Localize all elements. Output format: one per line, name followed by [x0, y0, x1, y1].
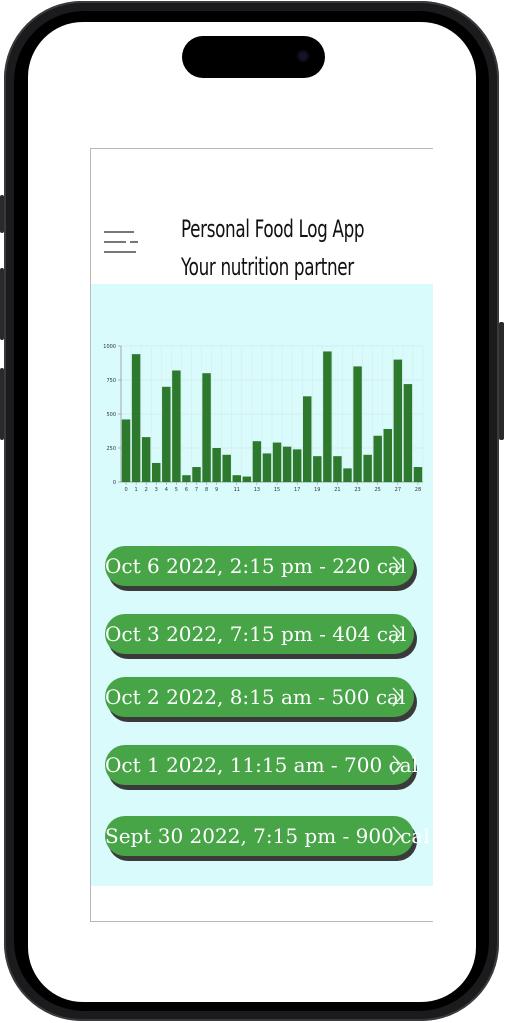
chart-bar	[131, 354, 141, 482]
y-tick-label: 250	[106, 446, 116, 452]
y-tick-label: 500	[106, 412, 116, 418]
entry-label: Oct 2 2022, 8:15 am - 500 cal	[105, 685, 406, 709]
x-tick-label: 19	[314, 487, 320, 493]
x-tick-label: 3	[155, 487, 158, 493]
x-tick-label: 6	[185, 487, 188, 493]
chart-bar	[313, 456, 322, 482]
y-tick-label: 750	[106, 378, 116, 384]
x-tick-label: 2	[145, 487, 148, 493]
chart-bar	[152, 462, 161, 482]
x-tick-label: 25	[375, 487, 381, 493]
food-log-entry[interactable]: Oct 3 2022, 7:15 pm - 404 cal	[105, 614, 414, 654]
chart-bar	[292, 449, 302, 482]
entry-label: Sept 30 2022, 7:15 pm - 900 cal	[105, 824, 430, 848]
chart-bar	[373, 435, 382, 482]
chart-bar	[141, 437, 151, 482]
entry-label: Oct 3 2022, 7:15 pm - 404 cal	[105, 622, 407, 646]
y-tick-label: 0	[113, 480, 116, 486]
entry-label: Oct 6 2022, 2:15 pm - 220 cal	[105, 554, 407, 578]
chevron-right-icon	[392, 624, 403, 644]
entry-label: Oct 1 2022, 11:15 am - 700 cal	[105, 753, 419, 777]
chart-bar	[403, 384, 413, 482]
app-title: Personal Food Log App	[181, 215, 365, 243]
volume-up-button	[0, 268, 4, 340]
app-window: Personal Food Log App Your nutrition par…	[90, 148, 433, 922]
chevron-right-icon	[392, 755, 403, 775]
chart-bar	[413, 467, 423, 482]
power-button	[499, 322, 504, 440]
x-tick-label: 11	[234, 487, 240, 493]
chart-bar	[393, 359, 403, 482]
chart-bar	[232, 475, 241, 482]
volume-down-button	[0, 368, 4, 440]
x-tick-label: 0	[124, 487, 127, 493]
camera-icon	[297, 50, 309, 62]
x-tick-label: 5	[175, 487, 178, 493]
chart-bar	[202, 373, 211, 482]
content-area: 0 250 500 750 1000 0 1 2 3 4 5 6 7 8 9 11 13 15 17 19 21 23 25…	[91, 284, 433, 886]
calorie-bar-chart: 025050075010000 1 2 3 4 5 6 7 8 9 11 13 15 17 19 21 23 25…	[103, 344, 424, 493]
x-tick-label: 23	[354, 487, 360, 493]
chart-bar	[363, 454, 372, 482]
chart-bar	[121, 419, 131, 482]
food-log-entry[interactable]: Oct 2 2022, 8:15 am - 500 cal	[105, 677, 414, 717]
chart-bar	[262, 453, 272, 482]
food-log-entry[interactable]: Oct 6 2022, 2:15 pm - 220 cal	[105, 546, 414, 586]
chart-bar	[272, 442, 282, 482]
chart-bar	[212, 448, 221, 482]
chart-bar	[282, 446, 292, 482]
x-tick-label: 27	[395, 487, 401, 493]
chart-bar	[343, 468, 352, 482]
x-tick-label: 17	[294, 487, 300, 493]
hamburger-menu-icon[interactable]	[104, 231, 138, 255]
chart-bar	[242, 476, 252, 482]
chart-bar	[353, 366, 362, 482]
chart-bar	[333, 456, 342, 482]
chart-bar	[252, 441, 262, 482]
x-tick-label: 7	[195, 487, 198, 493]
chart-bar	[303, 396, 312, 482]
chart-bar	[162, 386, 171, 482]
chart-bar	[222, 454, 231, 482]
x-tick-label: 1	[135, 487, 138, 493]
chevron-right-icon	[392, 687, 403, 707]
action-button	[0, 195, 4, 233]
chart-bar	[192, 467, 201, 482]
food-log-entry[interactable]: Sept 30 2022, 7:15 pm - 900 cal	[105, 816, 430, 856]
chart-bar	[323, 351, 332, 482]
y-tick-label: 1000	[103, 344, 116, 350]
chevron-right-icon	[392, 826, 403, 846]
chart-bar	[182, 475, 191, 482]
x-tick-label: 8	[205, 487, 208, 493]
chart-bar	[383, 428, 392, 482]
chart-bar	[172, 370, 181, 482]
app-subtitle: Your nutrition partner	[181, 253, 354, 281]
x-tick-label: 9	[215, 487, 218, 493]
x-tick-label: 4	[165, 487, 168, 493]
x-tick-label: 21	[334, 487, 340, 493]
x-tick-label: 28	[415, 487, 421, 493]
x-tick-label: 15	[274, 487, 280, 493]
x-tick-label: 13	[254, 487, 260, 493]
chevron-right-icon	[392, 556, 403, 576]
food-log-entry[interactable]: Oct 1 2022, 11:15 am - 700 cal	[105, 745, 419, 785]
